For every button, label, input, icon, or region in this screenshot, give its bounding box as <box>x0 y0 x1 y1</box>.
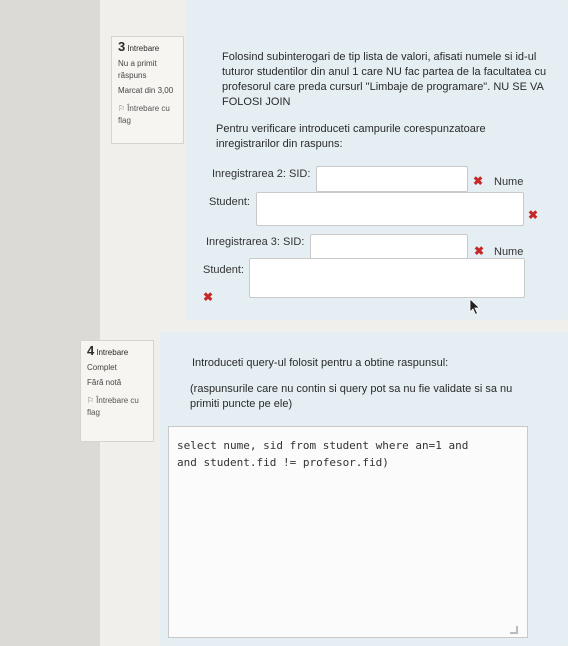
flag-icon: ⚐ <box>87 396 95 405</box>
left-gutter <box>0 0 100 646</box>
incorrect-icon: ✖ <box>473 174 484 188</box>
question-4-flag-link[interactable]: ⚐ Întrebare cu flag <box>87 395 147 419</box>
question-3-mark: Marcat din 3,00 <box>118 86 174 95</box>
question-4-mark: Fără notă <box>87 378 122 387</box>
resize-handle-icon[interactable] <box>510 626 518 634</box>
record-3-nume-label: Nume <box>494 246 524 258</box>
question-4-flag-label: Întrebare cu flag <box>87 396 139 417</box>
question-3-info: 3 Intrebare Nu a primit răspuns Marcat di… <box>111 36 184 144</box>
question-3-instruction: Pentru verificare introduceti campurile … <box>216 123 486 150</box>
question-3-number: 3 <box>118 39 126 54</box>
question-3-word: Intrebare <box>127 44 160 53</box>
question-4-status: Complet <box>87 363 117 372</box>
question-4-note: (raspunsurile care nu contin si query po… <box>190 383 513 410</box>
record-2-student-input[interactable] <box>256 192 524 226</box>
record-2-sid-label: Inregistrarea 2: SID: <box>212 168 311 180</box>
incorrect-icon: ✖ <box>474 244 485 258</box>
question-4-word: Intrebare <box>96 348 129 357</box>
question-4-text: Introduceti query-ul folosit pentru a ob… <box>192 357 449 369</box>
record-2-nume-label: Nume <box>494 176 524 188</box>
flag-icon: ⚐ <box>118 104 126 113</box>
question-3-flag-link[interactable]: ⚐ Întrebare cu flag <box>118 103 177 127</box>
query-answer-textarea[interactable]: select nume, sid from student where an=1… <box>168 426 528 638</box>
record-3-student-input[interactable] <box>249 258 525 298</box>
question-4-number: 4 <box>87 343 95 358</box>
record-2-student-label: Student: <box>209 196 250 208</box>
question-4-info: 4 Intrebare Complet Fără notă ⚐ Întrebare … <box>80 340 154 442</box>
incorrect-icon: ✖ <box>528 208 539 222</box>
question-3-number-row: 3 Intrebare <box>118 40 160 53</box>
question-3-flag-label: Întrebare cu flag <box>118 104 170 125</box>
record-3-sid-label: Inregistrarea 3: SID: <box>206 236 305 248</box>
question-3-text: Folosind subinterogari de tip lista de v… <box>222 51 547 108</box>
question-4-number-row: 4 Intrebare <box>87 344 129 357</box>
record-3-student-label: Student: <box>203 264 244 276</box>
record-2-sid-input[interactable] <box>316 166 468 192</box>
incorrect-icon: ✖ <box>203 290 214 304</box>
mouse-cursor-icon <box>469 298 481 316</box>
question-3-status: Nu a primit răspuns <box>118 59 157 80</box>
